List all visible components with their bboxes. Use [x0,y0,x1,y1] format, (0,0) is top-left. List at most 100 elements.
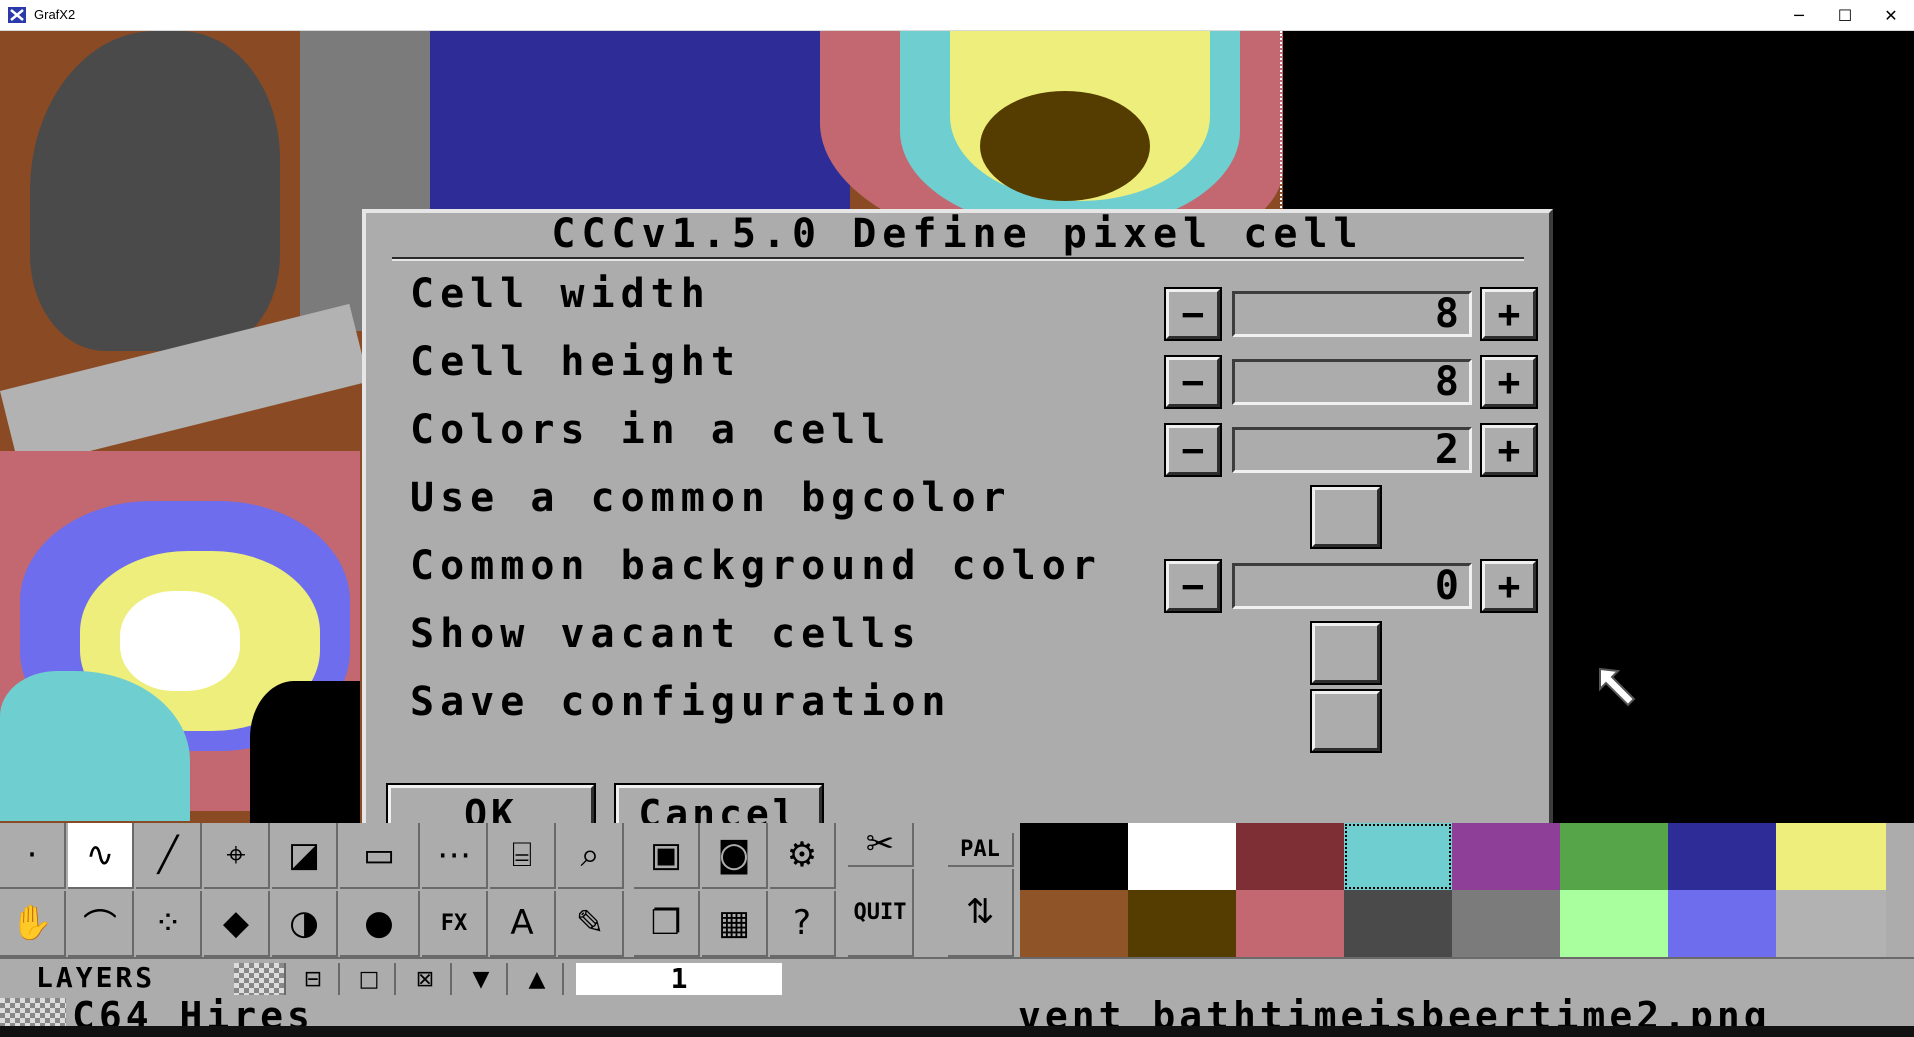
palette-color-15[interactable] [1776,890,1886,957]
define-pixel-cell-dialog: CCCv1.5.0 Define pixel cell Cell width −… [362,209,1553,858]
cell-height-decrease-button[interactable]: − [1164,355,1222,409]
cell-width-field[interactable]: 8 [1232,291,1472,337]
maximize-button[interactable]: ☐ [1822,0,1868,31]
palette-color-10[interactable] [1236,890,1344,957]
brush-grab-tool[interactable]: ⋯ [422,823,488,889]
dialog-title: CCCv1.5.0 Define pixel cell [551,211,1364,257]
pipette-icon: ✎ [575,903,605,943]
save-tool[interactable]: ◙ [702,823,768,889]
cell-height-increase-button[interactable]: + [1480,355,1538,409]
image-mode-label: C64 Hires [72,998,314,1026]
palette-button[interactable]: PAL [948,833,1014,867]
layer-1-button[interactable]: 1 [576,963,782,995]
line-icon: ╱ [157,835,179,875]
palette-color-13[interactable] [1560,890,1668,957]
use-common-bgcolor-checkbox[interactable] [1310,485,1382,549]
layer-delete-button[interactable]: ⊠ [400,963,452,995]
dot-brush-tool[interactable]: · [0,823,66,889]
palette-color-5[interactable] [1560,823,1668,890]
curve-tool[interactable]: ⌒ [68,891,134,957]
rectangle-icon: ◪ [287,835,321,875]
palette-color-6[interactable] [1668,823,1776,890]
layer-down-button[interactable]: ▼ [456,963,508,995]
quit-button[interactable]: QUIT [848,869,914,957]
fx-tool[interactable]: FX [422,891,488,957]
layer-merge-button[interactable]: ⊟ [288,963,340,995]
layer-up-button[interactable]: ▲ [512,963,564,995]
arrow-down-icon: ▼ [472,966,490,992]
dot-icon: · [26,835,38,875]
effects-tool[interactable]: ⌸ [490,823,556,889]
gradient-sphere-tool[interactable]: ● [340,891,420,957]
minimize-button[interactable]: ─ [1776,0,1822,31]
circle-tool[interactable]: ◑ [272,891,338,957]
curve-icon: ⌒ [83,906,117,947]
hand-icon: ✋ [10,903,54,943]
cell-width-increase-button[interactable]: + [1480,287,1538,341]
palette-color-2[interactable] [1236,823,1344,890]
close-button[interactable]: ✕ [1868,0,1914,31]
minimize-icon: ─ [1794,6,1804,25]
grid-icon: ▦ [717,903,751,943]
screen-settings-tool[interactable]: ▣ [634,823,700,889]
undo-tool[interactable]: ✂ [848,823,914,867]
palette-color-7[interactable] [1776,823,1886,890]
brush-grab-icon: ⋯ [437,835,471,875]
palette-color-9[interactable] [1128,890,1236,957]
layer-add-button[interactable]: □ [344,963,396,995]
settings-tool[interactable]: ⚙ [770,823,836,889]
show-vacant-cells-checkbox[interactable] [1310,621,1382,685]
help-tool[interactable]: ? [770,891,836,957]
save-configuration-checkbox[interactable] [1310,689,1382,753]
spray-tool[interactable]: ⁘ [136,891,202,957]
line-tool[interactable]: ╱ [136,823,202,889]
color-picker-tool[interactable]: ✎ [558,891,624,957]
filled-rectangle-tool[interactable]: ▭ [340,823,420,889]
palette-color-14[interactable] [1668,890,1776,957]
copy-page-tool[interactable]: ❐ [634,891,700,957]
hand-tool[interactable]: ✋ [0,891,66,957]
mouse-cursor-icon [1599,667,1636,707]
fill-bucket-icon: ◆ [222,903,250,943]
windows-taskbar [0,1026,1914,1037]
palette-color-11[interactable] [1344,890,1452,957]
common-bg-color-field[interactable]: 0 [1232,563,1472,609]
magnifier-tool[interactable]: ⌕ [558,823,624,889]
cell-height-field[interactable]: 8 [1232,359,1472,405]
delete-layer-icon: ⊠ [415,966,435,992]
common-bg-color-label: Common background color [410,543,1102,589]
palette-color-0[interactable] [1020,823,1128,890]
tools-panel: · ∿ ╱ ⌖ ◪ ▭ ⋯ ⌸ ⌕ ▣ ◙ ⚙ ✂ PAL ✋ ⌒ ⁘ ◆ ◑ … [0,823,1914,957]
common-bg-color-increase-button[interactable]: + [1480,559,1538,613]
filled-rectangle-icon: ▭ [362,835,396,875]
palette-color-3[interactable] [1344,823,1452,890]
fill-tool[interactable]: ◆ [204,891,270,957]
palette-color-4[interactable] [1452,823,1560,890]
airbrush-icon: ⌖ [226,835,246,875]
airbrush-tool[interactable]: ⌖ [204,823,270,889]
colors-in-cell-field[interactable]: 2 [1232,427,1472,473]
common-bg-color-decrease-button[interactable]: − [1164,559,1222,613]
cell-width-label: Cell width [410,271,711,317]
palette-color-8[interactable] [1020,890,1128,957]
colors-in-cell-decrease-button[interactable]: − [1164,423,1222,477]
freehand-tool[interactable]: ∿ [68,823,134,889]
filename-label: vent bathtimeisbeertime2.png [1018,998,1771,1026]
palette-color-12[interactable] [1452,890,1560,957]
rectangle-tool[interactable]: ◪ [272,823,338,889]
spray-icon: ⁘ [153,903,183,943]
disk-icon: ◙ [717,835,751,875]
window-titlebar: GrafX2 ─ ☐ ✕ [0,0,1914,31]
cell-width-decrease-button[interactable]: − [1164,287,1222,341]
palette-color-1[interactable] [1128,823,1236,890]
palette-scroll-tool[interactable]: ⇅ [948,869,1014,957]
layers-bar: LAYERS ⊟ □ ⊠ ▼ ▲ 1 [0,957,1914,998]
effects-icon: ⌸ [511,835,533,875]
save-configuration-label: Save configuration [410,679,952,725]
layer-transparency-button[interactable] [234,963,286,995]
cell-height-label: Cell height [410,339,741,385]
text-tool[interactable]: A [490,891,556,957]
colors-in-cell-increase-button[interactable]: + [1480,423,1538,477]
use-common-bgcolor-label: Use a common bgcolor [410,475,1012,521]
grid-tool[interactable]: ▦ [702,891,768,957]
